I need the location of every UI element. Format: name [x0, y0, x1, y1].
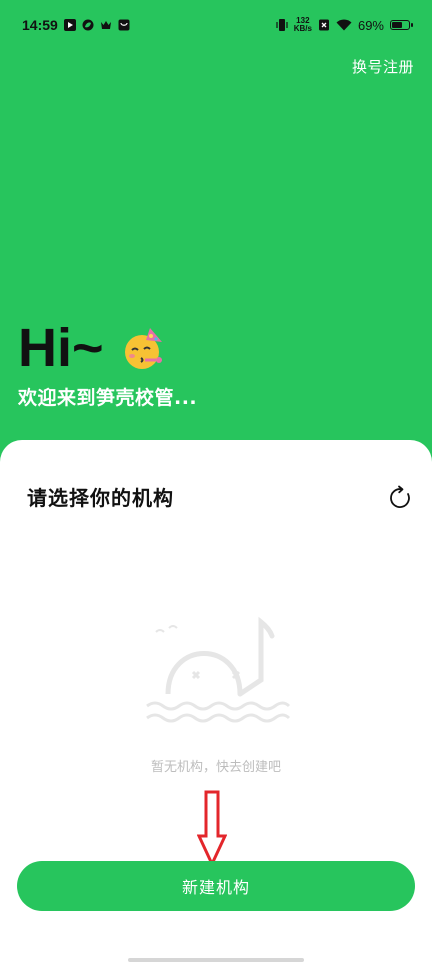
crown-icon: [100, 21, 111, 29]
status-left: 14:59: [22, 17, 130, 33]
refresh-button[interactable]: [386, 484, 414, 512]
party-face-icon: [124, 328, 162, 369]
battery-fill: [392, 22, 402, 28]
empty-state-illustration: [146, 616, 291, 723]
wifi-icon: [336, 19, 352, 31]
down-arrow-annotation-icon: [197, 790, 227, 866]
empty-state-text: 暂无机构，快去创建吧: [150, 760, 281, 775]
switch-register-link[interactable]: 换号注册: [352, 56, 414, 77]
welcome-subtitle: 欢迎来到笋壳校管...: [18, 387, 198, 409]
no-sim-icon: [318, 19, 329, 31]
video-app-icon: [63, 19, 76, 31]
battery-percent: 69%: [357, 17, 384, 33]
hero-greeting: Hi~: [18, 316, 168, 380]
shopping-bag-icon: [118, 19, 130, 31]
net-speed: 132 KB/s: [294, 17, 312, 33]
status-right: 132 KB/s 69%: [276, 17, 413, 33]
battery-icon: [390, 20, 413, 30]
refresh-icon: [390, 485, 410, 508]
status-time: 14:59: [22, 17, 58, 33]
home-indicator[interactable]: [128, 958, 304, 962]
sheet-title: 请选择你的机构: [27, 486, 174, 510]
create-organization-button[interactable]: 新建机构: [17, 861, 415, 911]
leaf-app-icon: [82, 19, 94, 31]
status-bar: 14:59 132 KB/s 69%: [0, 0, 432, 50]
vibrate-icon: [276, 19, 288, 31]
greeting-text: Hi~: [18, 318, 104, 378]
net-speed-unit: KB/s: [293, 24, 312, 33]
organization-sheet: 请选择你的机构 暂无机构，快去创建吧 新建机构: [0, 440, 432, 964]
